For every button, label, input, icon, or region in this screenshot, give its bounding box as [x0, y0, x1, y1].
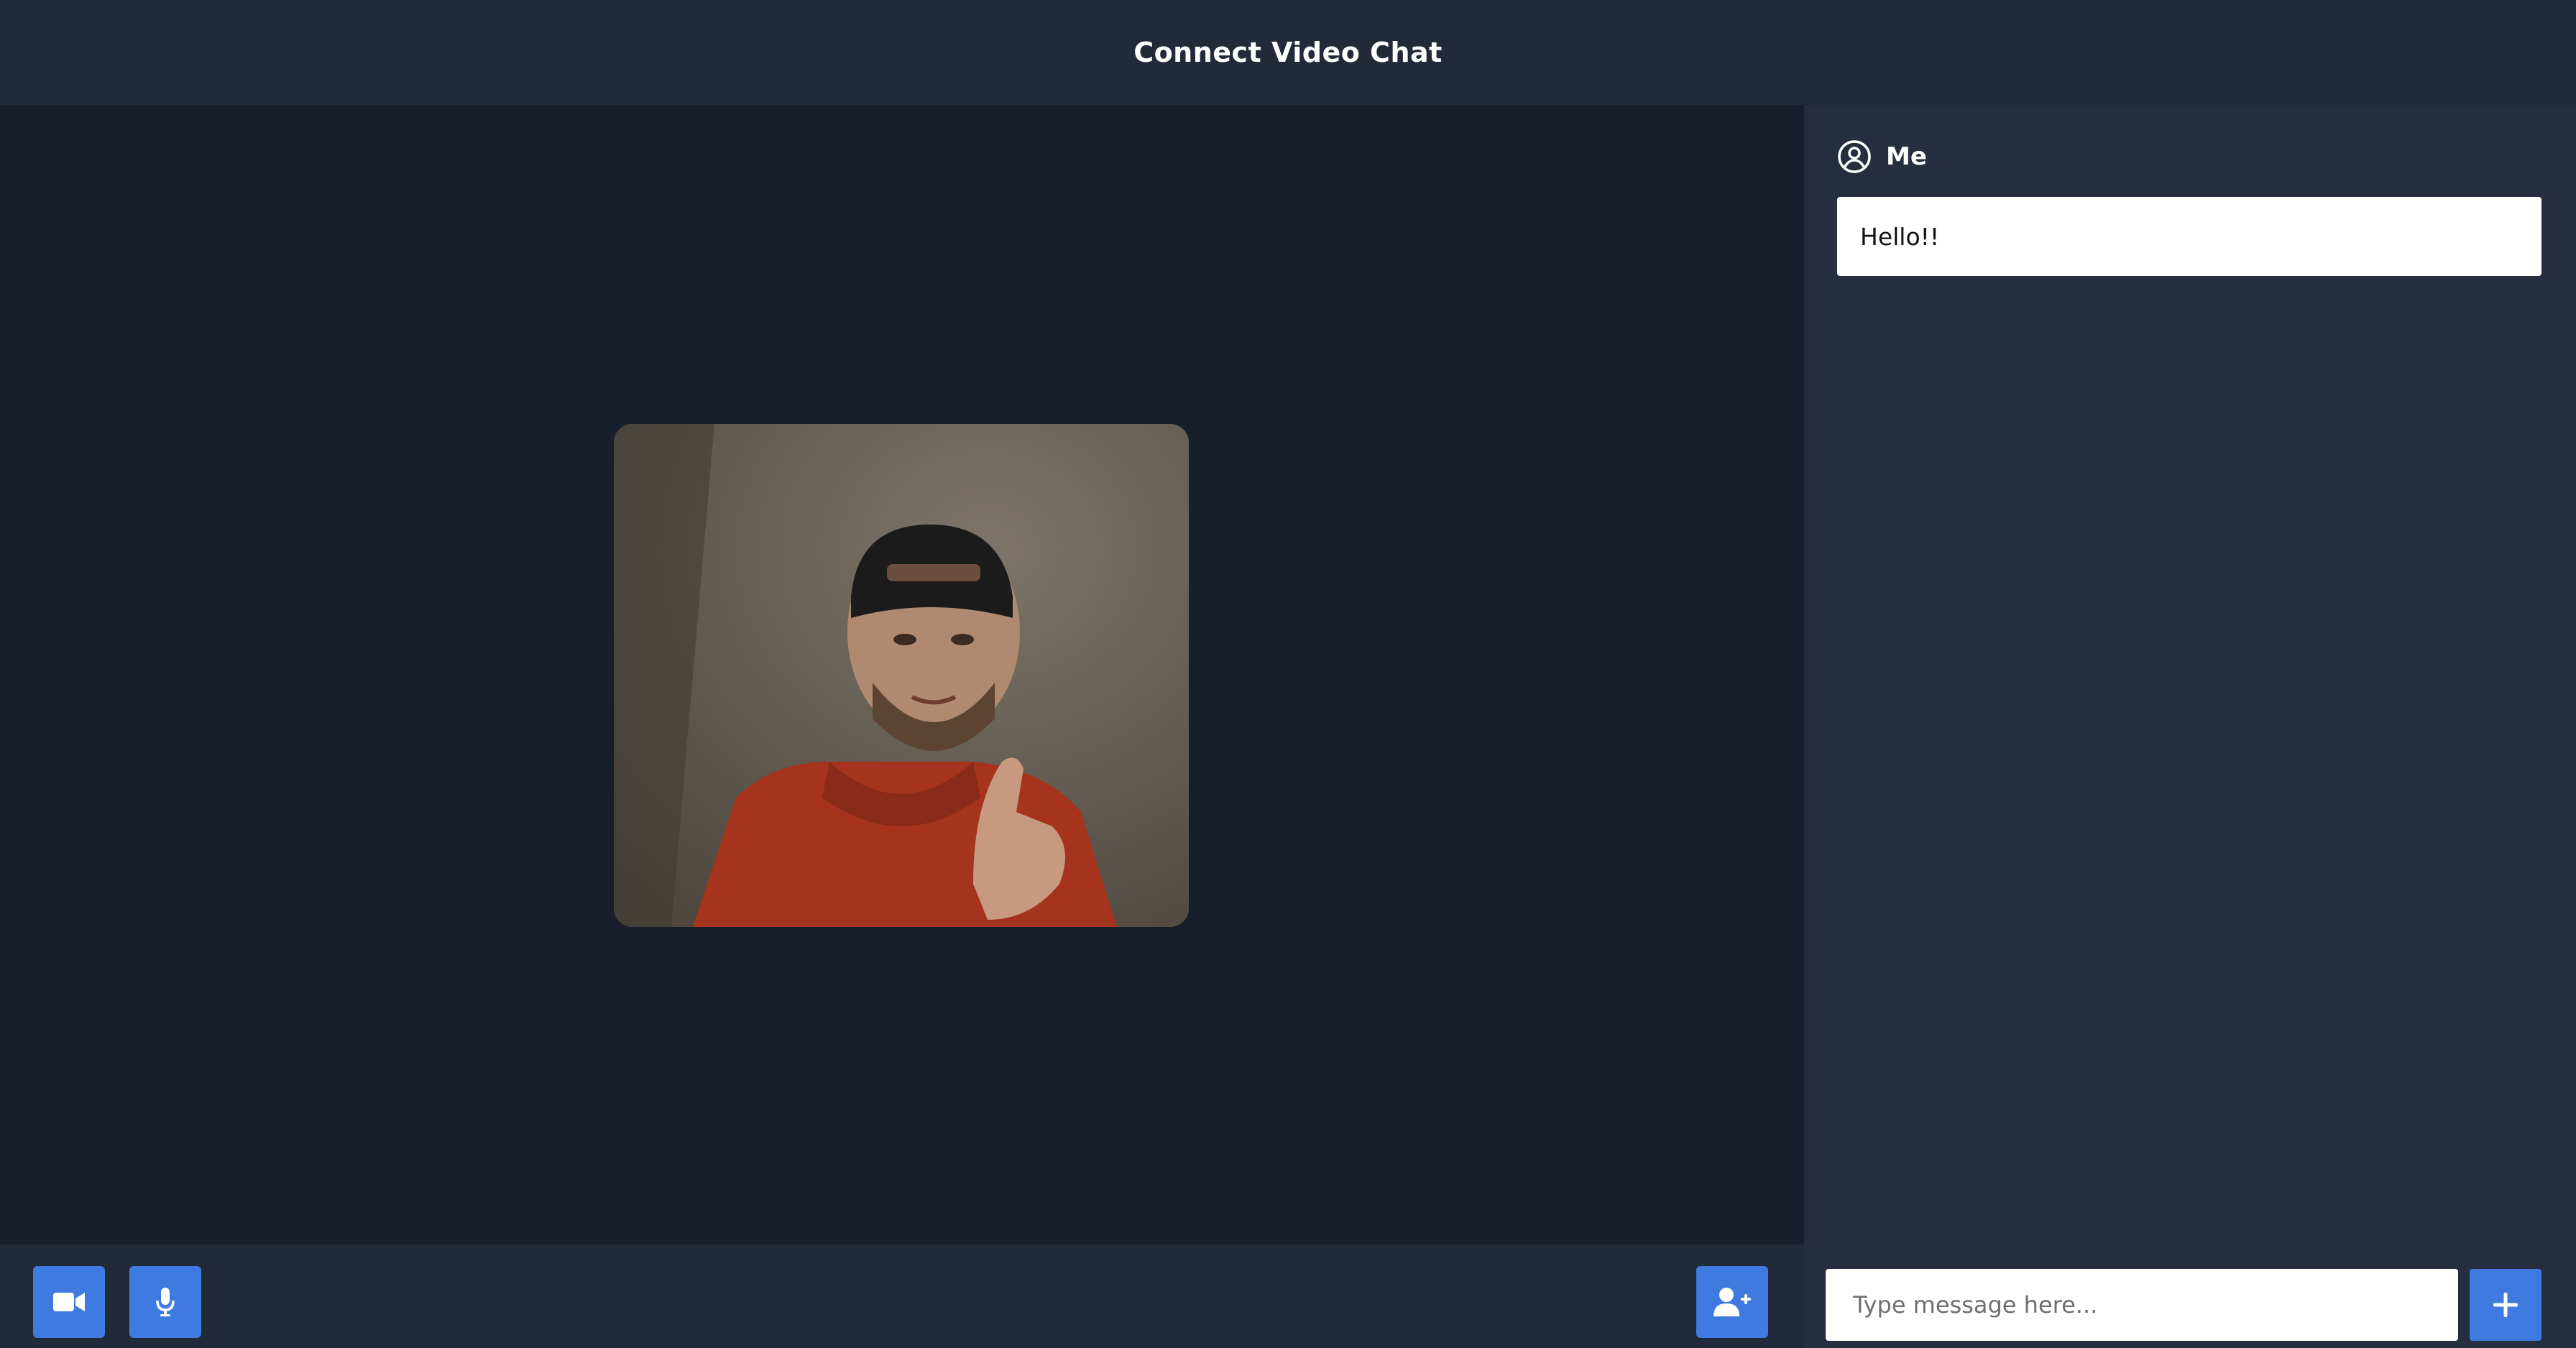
sender-name: Me: [1886, 142, 1927, 171]
video-camera-icon: [53, 1293, 85, 1311]
video-frame-image: [614, 424, 1189, 927]
message-input[interactable]: [1826, 1269, 2458, 1341]
user-circle-icon: [1838, 140, 1871, 173]
toggle-camera-button[interactable]: [33, 1266, 105, 1338]
microphone-icon: [156, 1288, 175, 1316]
app-title: Connect Video Chat: [1133, 37, 1443, 68]
add-user-icon: [1714, 1288, 1751, 1316]
video-stage: [0, 105, 1804, 1245]
toggle-microphone-button[interactable]: [129, 1266, 201, 1338]
chat-panel: Me Hello!!: [1804, 105, 2576, 1348]
app-header: Connect Video Chat: [0, 0, 2576, 105]
invite-participant-button[interactable]: [1696, 1266, 1768, 1338]
plus-icon: [2493, 1293, 2518, 1317]
chat-message-sender: Me: [1837, 138, 1927, 175]
send-message-button[interactable]: [2470, 1269, 2542, 1341]
participant-video: [614, 424, 1189, 927]
call-controls-bar: [0, 1245, 1804, 1348]
chat-message: Hello!!: [1837, 197, 2542, 276]
